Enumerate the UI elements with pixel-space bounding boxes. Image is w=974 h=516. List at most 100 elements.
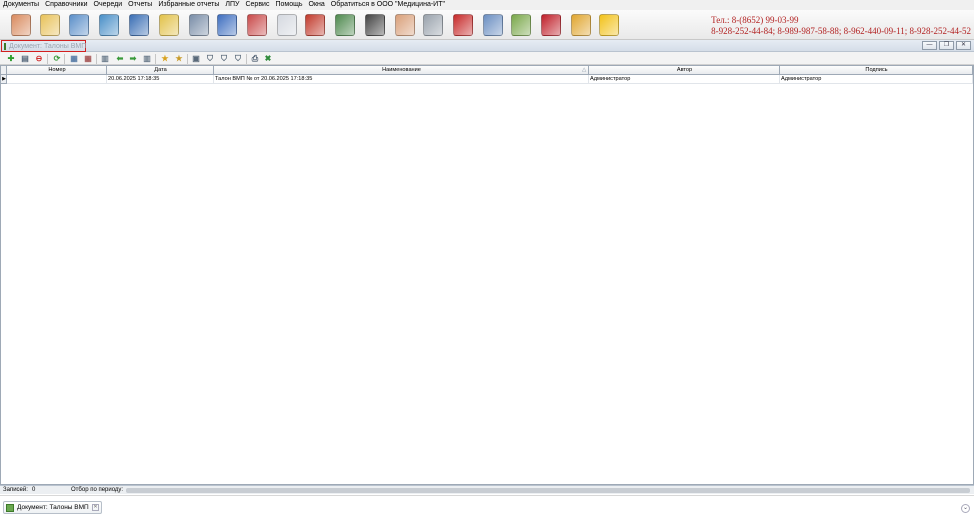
- column-header[interactable]: Автор: [589, 66, 780, 75]
- menu-item[interactable]: Документы: [0, 0, 42, 10]
- calculator-icon[interactable]: ▣: [191, 54, 201, 64]
- menu-item[interactable]: Отчеты: [125, 0, 155, 10]
- star-icon[interactable]: ★: [174, 54, 184, 64]
- menu-item[interactable]: ЛПУ: [222, 0, 242, 10]
- star-add-icon[interactable]: ★: [160, 54, 170, 64]
- menu-item[interactable]: Окна: [306, 0, 328, 10]
- schedule-icon-shape: [511, 14, 531, 36]
- menu-item[interactable]: Обратиться в ООО "Медицина-ИТ": [328, 0, 448, 10]
- column-header[interactable]: Подпись: [780, 66, 973, 75]
- schedule-icon[interactable]: [509, 13, 533, 37]
- window-controls: — ❐ ✕: [922, 41, 971, 50]
- pdf-reader-icon[interactable]: [539, 13, 563, 37]
- capsules-icon-shape: [335, 14, 355, 36]
- tab-label: Документ: Талоны ВМП: [17, 504, 89, 511]
- excel-icon[interactable]: ✖: [263, 54, 273, 64]
- tab-document-talony-vmp[interactable]: Документ: Талоны ВМП ✕: [3, 501, 102, 514]
- menu-item[interactable]: Помощь: [272, 0, 305, 10]
- table-row[interactable]: ▶ 20.06.2025 17:18:35 Талон ВМП № от 20.06…: [1, 75, 973, 84]
- notebook-icon-shape: [40, 14, 60, 36]
- period-filter-label: Отбор по периоду:: [71, 487, 124, 493]
- notebook-icon[interactable]: [38, 13, 62, 37]
- ampoule-icon-shape: [277, 14, 297, 36]
- medical-kit-icon-shape: [247, 14, 267, 36]
- close-button[interactable]: ✕: [956, 41, 971, 50]
- lock-icon[interactable]: [569, 13, 593, 37]
- add-icon[interactable]: ✚: [6, 54, 16, 64]
- menu-item[interactable]: Очереди: [91, 0, 126, 10]
- menu-item[interactable]: Избранные отчеты: [155, 0, 222, 10]
- capsules-icon[interactable]: [333, 13, 357, 37]
- syringe-icon[interactable]: [187, 13, 211, 37]
- column-header[interactable]: Наименование: [214, 66, 589, 75]
- filter-edit-icon[interactable]: ⛉: [219, 54, 229, 64]
- contact-phone-line2: 8-928-252-44-84; 8-989-987-58-88; 8-962-…: [711, 25, 971, 36]
- thermometer-icon[interactable]: [421, 13, 445, 37]
- period-filter-bar: [126, 488, 970, 493]
- books-icon[interactable]: [127, 13, 151, 37]
- table-cell[interactable]: 20.06.2025 17:18:35: [107, 75, 214, 84]
- calendar-book-icon[interactable]: [215, 13, 239, 37]
- document-window-title-text: Документ: Талоны ВМП: [9, 42, 87, 50]
- doctor-icon-shape: [11, 14, 31, 36]
- columns-icon[interactable]: ▥: [100, 54, 110, 64]
- toolbar-separator: [187, 54, 188, 64]
- cabinet-icon[interactable]: [67, 13, 91, 37]
- document-window-title[interactable]: Документ: Талоны ВМП: [1, 40, 86, 52]
- toolbar-separator: [64, 54, 65, 64]
- records-label: Записей:: [3, 487, 28, 493]
- arrow-right-icon[interactable]: ➡: [128, 54, 138, 64]
- cabinet-icon-shape: [69, 14, 89, 36]
- notepad-pencil-icon[interactable]: [157, 13, 181, 37]
- menu-item[interactable]: Сервис: [242, 0, 272, 10]
- chat-bubble-icon-shape: [599, 14, 619, 36]
- column-header[interactable]: Номер: [7, 66, 107, 75]
- minimize-button[interactable]: —: [922, 41, 937, 50]
- import-icon[interactable]: ▦: [83, 54, 93, 64]
- barcode-scanner-icon[interactable]: [363, 13, 387, 37]
- restore-button[interactable]: ❐: [939, 41, 954, 50]
- pills-box-icon[interactable]: [303, 13, 327, 37]
- toolbar-separator: [96, 54, 97, 64]
- calendar-clock-icon[interactable]: [481, 13, 505, 37]
- filter-clear-icon[interactable]: ⛉: [233, 54, 243, 64]
- close-tab-icon[interactable]: ✕: [92, 504, 99, 511]
- table-cell[interactable]: Талон ВМП № от 20.06.2025 17:18:35: [214, 75, 589, 84]
- barcode-scanner-icon-shape: [365, 14, 385, 36]
- pdf-reader-icon-shape: [541, 14, 561, 36]
- nurse-icon[interactable]: [393, 13, 417, 37]
- chevron-down-icon[interactable]: ⌄: [961, 504, 970, 513]
- ampoule-icon[interactable]: [275, 13, 299, 37]
- print-icon[interactable]: ⎙: [250, 54, 260, 64]
- doctor-icon[interactable]: [9, 13, 33, 37]
- document-window-header: [0, 40, 974, 52]
- red-book-icon-shape: [453, 14, 473, 36]
- table-cell[interactable]: Администратор: [780, 75, 973, 84]
- red-book-icon[interactable]: [451, 13, 475, 37]
- contact-phone-line1: Тел.: 8-(8652) 99-03-99: [711, 15, 799, 25]
- table-cell[interactable]: [7, 75, 107, 84]
- menu-item[interactable]: Справочники: [42, 0, 90, 10]
- arrow-left-icon[interactable]: ⬅: [115, 54, 125, 64]
- menu-bar: Документы Справочники Очереди Отчеты Избранн…: [0, 0, 974, 10]
- records-count: 0: [32, 487, 36, 493]
- documents-table: Номер Дата Наименование Автор Подпись △ ▶ 20.06…: [0, 65, 974, 485]
- delete-icon[interactable]: ⊖: [34, 54, 44, 64]
- table-cell[interactable]: Администратор: [589, 75, 780, 84]
- table-settings-icon[interactable]: ▥: [142, 54, 152, 64]
- patient-card-icon[interactable]: [97, 13, 121, 37]
- refresh-icon[interactable]: ⟳: [52, 54, 62, 64]
- column-header[interactable]: Дата: [107, 66, 214, 75]
- filter-icon[interactable]: ⛉: [205, 54, 215, 64]
- medical-kit-icon[interactable]: [245, 13, 269, 37]
- books-icon-shape: [129, 14, 149, 36]
- edit-icon[interactable]: ▤: [20, 54, 30, 64]
- pills-box-icon-shape: [305, 14, 325, 36]
- toolbar-separator: [47, 54, 48, 64]
- chat-bubble-icon[interactable]: [597, 13, 621, 37]
- export-icon[interactable]: ▦: [69, 54, 79, 64]
- thermometer-icon-shape: [423, 14, 443, 36]
- sort-indicator-icon: △: [582, 67, 587, 73]
- nurse-icon-shape: [395, 14, 415, 36]
- toolbar-separator: [246, 54, 247, 64]
